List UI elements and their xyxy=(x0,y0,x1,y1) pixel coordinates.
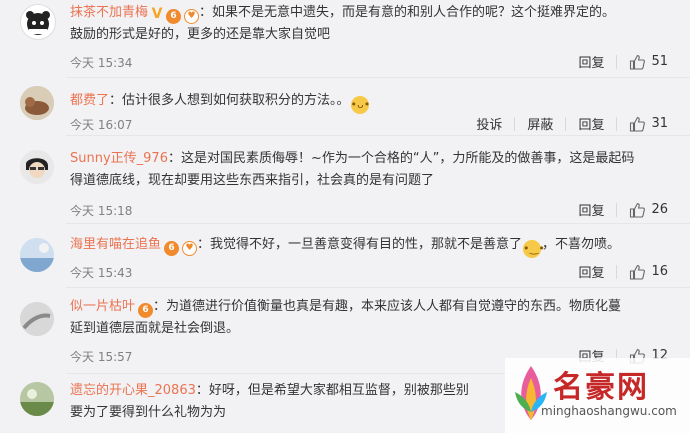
avatar[interactable] xyxy=(20,4,56,40)
like-button[interactable]: 16 xyxy=(629,264,668,280)
comment-text: ：这是对国民素质侮辱！~作为一个合格的“人”，力所能及的做善事，这是最起码 xyxy=(167,151,635,166)
comment-text-line2: 得道德底线，现在却要用这些东西来指引，社会真的是有问题了 xyxy=(70,173,435,188)
watermark-logo: 名豪网 minghaoshangwu.com xyxy=(505,358,690,433)
watermark-url: minghaoshangwu.com xyxy=(541,404,677,418)
timestamp: 今天 15:57 xyxy=(70,350,133,364)
reply-button[interactable]: 回复 xyxy=(578,52,604,71)
comment-text-tail: ，不喜勿喷。 xyxy=(542,237,621,252)
divider xyxy=(616,202,618,217)
vip-badge-icon: 6 xyxy=(138,303,154,318)
like-button[interactable]: 51 xyxy=(629,54,668,70)
timestamp: 今天 16:07 xyxy=(70,118,133,132)
thumbs-up-icon xyxy=(630,116,646,132)
like-count: 16 xyxy=(651,264,668,279)
comment-text-line2: 延到道德层面就是社会倒退。 xyxy=(70,321,240,336)
comment-text-line2: 鼓励的形式是好的，更多的还是靠大家自觉吧 xyxy=(70,27,331,42)
username[interactable]: 抹茶不加青梅 xyxy=(70,5,148,20)
emoji-icon: ♥ xyxy=(182,241,198,256)
divider xyxy=(616,264,618,279)
comment-text-line2: 要为了要得到什么礼物为为 xyxy=(70,405,227,420)
avatar[interactable] xyxy=(20,382,54,416)
verified-v-icon: V xyxy=(151,6,163,22)
block-button[interactable]: 屏蔽 xyxy=(527,114,553,133)
thumbs-up-icon xyxy=(630,264,646,280)
comment-text: ：估计很多人想到如何获取积分的方法。。 xyxy=(109,93,350,108)
avatar[interactable] xyxy=(20,302,54,336)
timestamp: 今天 15:18 xyxy=(70,204,133,218)
like-button[interactable]: 31 xyxy=(629,116,668,132)
thumbs-up-icon xyxy=(630,54,646,70)
vip-badge-icon: 6 xyxy=(166,9,182,24)
username[interactable]: 都费了 xyxy=(70,93,109,108)
reply-button[interactable]: 回复 xyxy=(578,114,604,133)
comment-text: ：如果不是无意中遗失，而是有意的和别人合作的呢？这个挺难界定的。 xyxy=(199,5,616,20)
comment-text: ：我觉得不好，一旦善意变得有目的性，那就不是善意了 xyxy=(197,237,523,252)
comment-item: 都费了：估计很多人想到如何获取积分的方法。。•ᴗ• 今天 16:07 投诉 屏蔽… xyxy=(0,78,690,136)
emoji-icon: ♥ xyxy=(184,9,200,24)
username[interactable]: 似一片枯叶 xyxy=(70,299,135,314)
emoji-icon: •‿• xyxy=(523,240,545,258)
timestamp: 今天 15:34 xyxy=(70,56,133,70)
report-button[interactable]: 投诉 xyxy=(476,114,502,133)
comment-text: ：为道德进行价值衡量也真是有趣，本来应该人人都有自觉遵守的东西。物质化蔓 xyxy=(153,299,622,314)
username[interactable]: 海里有喵在追鱼 xyxy=(70,237,161,252)
divider xyxy=(616,116,618,131)
like-button[interactable]: 26 xyxy=(629,202,668,218)
avatar[interactable] xyxy=(20,86,54,120)
comment-item: 抹茶不加青梅 V 6 ♥ ：如果不是无意中遗失，而是有意的和别人合作的呢？这个挺难界定的… xyxy=(0,0,690,78)
divider xyxy=(616,54,618,69)
thumbs-up-icon xyxy=(630,202,646,218)
vip-badge-icon: 6 xyxy=(164,241,180,256)
username[interactable]: 遗忘的开心果_20863 xyxy=(70,383,196,398)
like-count: 51 xyxy=(651,54,668,69)
reply-button[interactable]: 回复 xyxy=(578,262,604,281)
divider xyxy=(565,116,567,131)
comment-item: 海里有喵在追鱼 6 ♥ ：我觉得不好，一旦善意变得有目的性，那就不是善意了•‿•，不喜… xyxy=(0,224,690,288)
username[interactable]: Sunny正传_976 xyxy=(70,151,168,166)
like-count: 31 xyxy=(651,116,668,131)
comment-text: ：好呀，但是希望大家都相互监督，别被那些别 xyxy=(195,383,469,398)
like-count: 26 xyxy=(651,202,668,217)
reply-button[interactable]: 回复 xyxy=(578,200,604,219)
avatar[interactable] xyxy=(20,238,54,272)
avatar[interactable] xyxy=(20,150,54,184)
timestamp: 今天 15:43 xyxy=(70,266,133,280)
comment-item: Sunny正传_976：这是对国民素质侮辱！~作为一个合格的“人”，力所能及的做… xyxy=(0,136,690,224)
divider xyxy=(514,116,516,131)
watermark-brand: 名豪网 xyxy=(553,370,649,405)
emoji-icon: •ᴗ• xyxy=(350,96,370,114)
